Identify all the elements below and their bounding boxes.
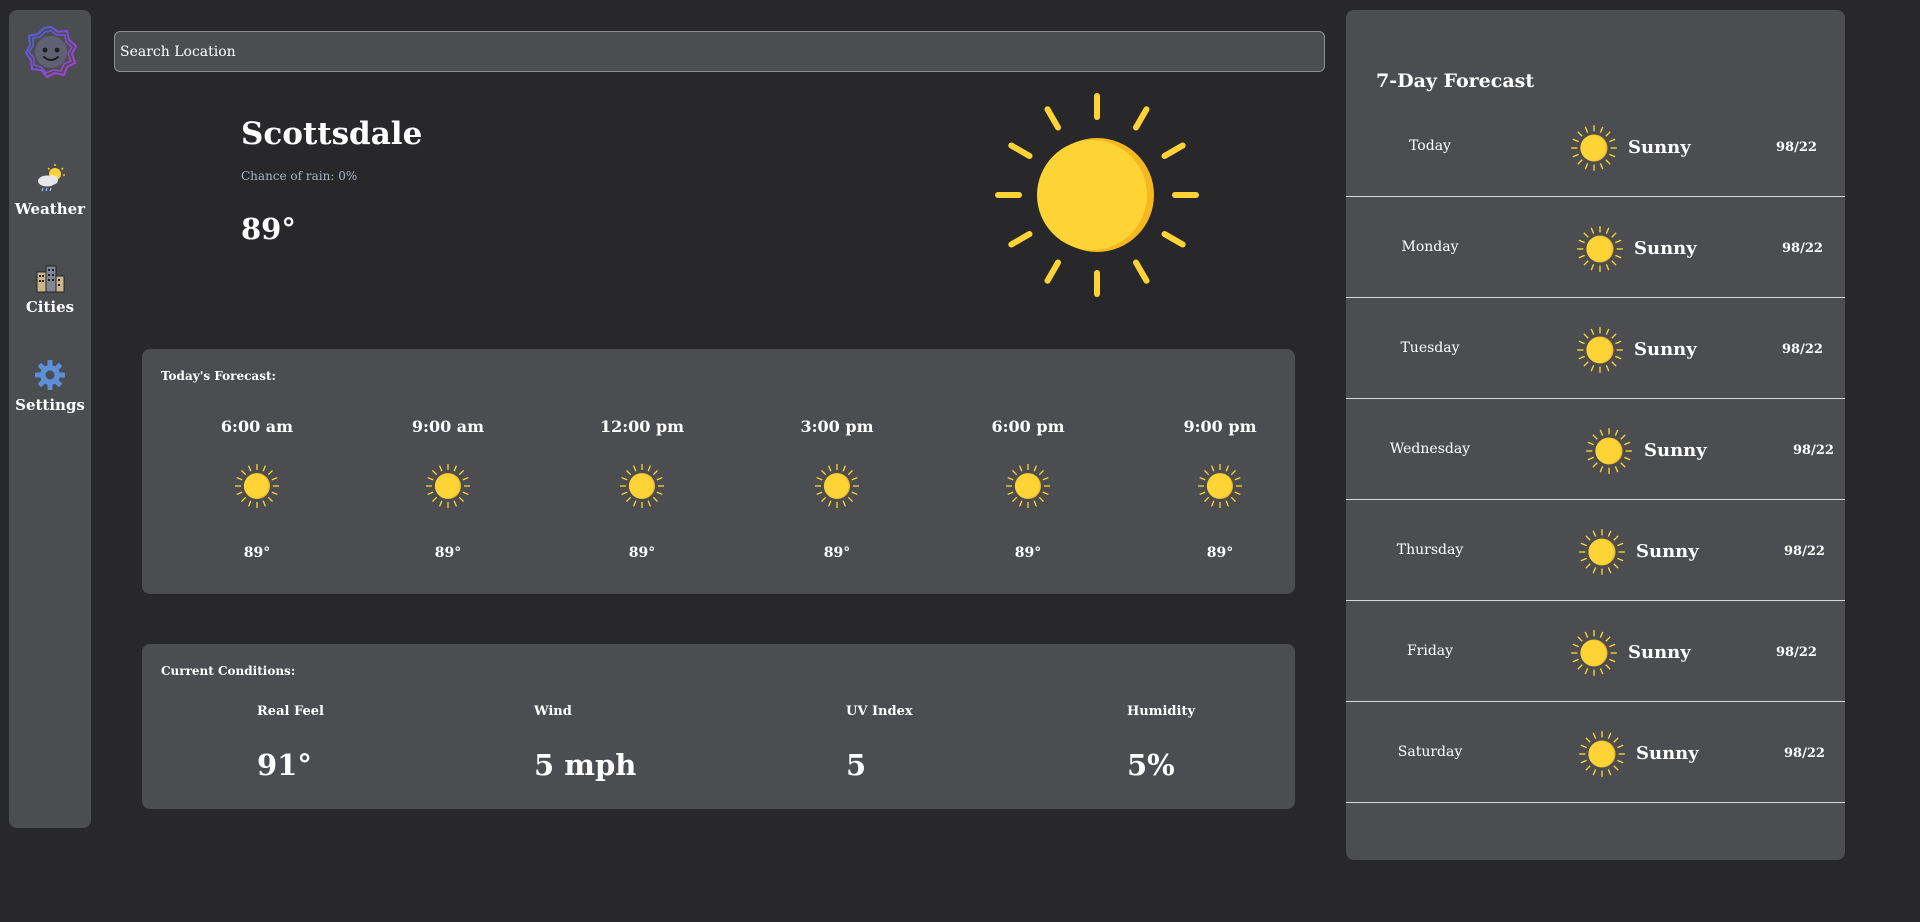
day-temperature-range: 98/22 bbox=[1782, 241, 1823, 256]
current-conditions-title: Current Conditions: bbox=[161, 664, 296, 678]
day-forecast-row[interactable]: Today Sunny 98/22 bbox=[1346, 96, 1845, 197]
day-forecast-row[interactable]: Friday Sunny 98/22 bbox=[1346, 601, 1845, 702]
hour-temperature: 89° bbox=[628, 545, 656, 561]
sun-icon bbox=[1571, 125, 1617, 171]
nav-weather[interactable]: Weather bbox=[9, 162, 91, 218]
hour-time: 3:00 pm bbox=[800, 417, 874, 436]
day-temperature-range: 98/22 bbox=[1793, 443, 1834, 458]
hour-time: 6:00 pm bbox=[991, 417, 1065, 436]
hour-temperature: 89° bbox=[1014, 545, 1042, 561]
hour-time: 12:00 pm bbox=[599, 417, 685, 436]
hour-time: 6:00 am bbox=[220, 417, 294, 436]
sun-icon bbox=[1579, 731, 1625, 777]
city-buildings-icon bbox=[36, 265, 65, 293]
current-conditions-panel: Current Conditions: Real Feel 91° Wind 5 … bbox=[142, 644, 1295, 809]
hour-temperature: 89° bbox=[243, 545, 271, 561]
condition-value: 5 bbox=[846, 748, 867, 782]
day-forecast-row[interactable]: Thursday Sunny 98/22 bbox=[1346, 500, 1845, 601]
hour-temperature: 89° bbox=[434, 545, 462, 561]
sun-icon bbox=[815, 464, 859, 508]
sun-icon bbox=[1198, 464, 1242, 508]
nav-settings[interactable]: Settings bbox=[9, 358, 91, 414]
nav-settings-label: Settings bbox=[15, 396, 85, 414]
day-name: Thursday bbox=[1396, 542, 1464, 558]
day-temperature-range: 98/22 bbox=[1782, 342, 1823, 357]
sun-icon bbox=[995, 93, 1199, 297]
day-forecast-row[interactable]: Wednesday Sunny 98/22 bbox=[1346, 399, 1845, 500]
app-logo-icon[interactable] bbox=[25, 26, 77, 78]
search-input[interactable] bbox=[114, 31, 1325, 72]
seven-day-forecast-panel: 7-Day Forecast Today Sunny 98/22 Monday S… bbox=[1346, 10, 1845, 860]
gear-icon bbox=[35, 360, 65, 390]
day-name: Tuesday bbox=[1400, 340, 1460, 356]
day-condition: Sunny bbox=[1634, 339, 1697, 360]
sun-icon bbox=[1577, 327, 1623, 373]
hour-temperature: 89° bbox=[823, 545, 851, 561]
day-temperature-range: 98/22 bbox=[1784, 544, 1825, 559]
day-condition: Sunny bbox=[1628, 137, 1691, 158]
sun-icon bbox=[620, 464, 664, 508]
current-temperature: 89° bbox=[241, 212, 296, 246]
day-condition: Sunny bbox=[1636, 743, 1699, 764]
day-temperature-range: 98/22 bbox=[1776, 645, 1817, 660]
day-temperature-range: 98/22 bbox=[1776, 140, 1817, 155]
day-name: Friday bbox=[1406, 643, 1454, 659]
today-forecast-panel: Today's Forecast: 6:00 am 89° 9:00 am 89°… bbox=[142, 349, 1295, 594]
sun-icon bbox=[235, 464, 279, 508]
day-forecast-row[interactable]: Tuesday Sunny 98/22 bbox=[1346, 298, 1845, 399]
sun-icon bbox=[1586, 428, 1632, 474]
rain-chance: Chance of rain: 0% bbox=[241, 169, 358, 183]
sun-icon bbox=[1579, 529, 1625, 575]
today-forecast-title: Today's Forecast: bbox=[161, 369, 276, 383]
partly-cloudy-rain-icon bbox=[38, 164, 65, 192]
condition-value: 5% bbox=[1127, 748, 1175, 782]
nav-cities[interactable]: Cities bbox=[9, 260, 91, 316]
day-condition: Sunny bbox=[1636, 541, 1699, 562]
condition-label: Wind bbox=[534, 704, 572, 719]
condition-label: Humidity bbox=[1127, 704, 1196, 719]
condition-value: 91° bbox=[257, 748, 312, 782]
nav-cities-label: Cities bbox=[25, 298, 75, 316]
day-condition: Sunny bbox=[1628, 642, 1691, 663]
city-name: Scottsdale bbox=[241, 116, 423, 152]
day-temperature-range: 98/22 bbox=[1784, 746, 1825, 761]
hour-time: 9:00 pm bbox=[1183, 417, 1257, 436]
hour-temperature: 89° bbox=[1206, 545, 1234, 561]
nav-weather-label: Weather bbox=[14, 200, 86, 218]
condition-value: 5 mph bbox=[534, 748, 637, 782]
day-name: Wednesday bbox=[1389, 441, 1471, 457]
sun-icon bbox=[1577, 226, 1623, 272]
day-forecast-row[interactable]: Saturday Sunny 98/22 bbox=[1346, 702, 1845, 803]
sun-icon bbox=[1006, 464, 1050, 508]
day-name: Monday bbox=[1401, 239, 1459, 255]
day-name: Today bbox=[1409, 138, 1451, 154]
day-condition: Sunny bbox=[1634, 238, 1697, 259]
sun-icon bbox=[426, 464, 470, 508]
day-name: Saturday bbox=[1397, 744, 1463, 760]
day-forecast-row[interactable]: Monday Sunny 98/22 bbox=[1346, 197, 1845, 298]
sidebar: Weather Cities Settings bbox=[9, 10, 91, 828]
condition-label: Real Feel bbox=[257, 704, 324, 719]
seven-day-forecast-title: 7-Day Forecast bbox=[1376, 70, 1535, 92]
hour-time: 9:00 am bbox=[411, 417, 485, 436]
day-condition: Sunny bbox=[1644, 440, 1707, 461]
condition-label: UV Index bbox=[846, 704, 913, 719]
sun-icon bbox=[1571, 630, 1617, 676]
